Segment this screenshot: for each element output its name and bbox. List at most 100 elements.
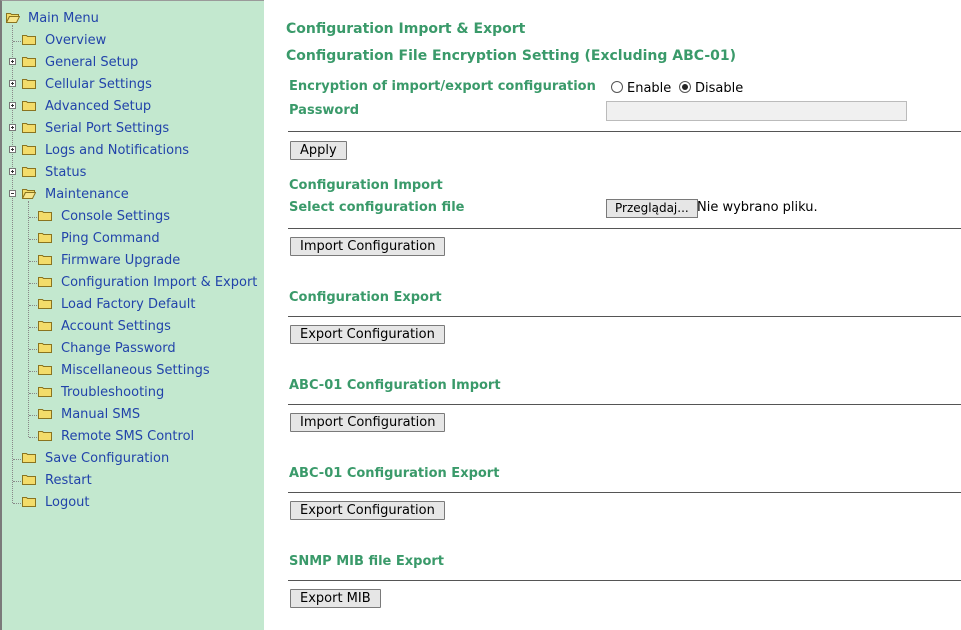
sidebar-item-ping-command[interactable]: Ping Command (2, 229, 266, 249)
folder-icon (38, 298, 52, 309)
tree-connector (13, 41, 21, 42)
disable-radio-label: Disable (695, 81, 744, 96)
abc-export-section-title: ABC-01 Configuration Export (289, 466, 500, 481)
sidebar-item-label: Cellular Settings (45, 77, 152, 92)
password-input[interactable] (606, 101, 907, 121)
abc-export-configuration-button[interactable]: Export Configuration (290, 501, 445, 520)
collapse-minus-icon[interactable] (9, 190, 16, 197)
sidebar-item-advanced-setup[interactable]: Advanced Setup (2, 97, 266, 117)
tree-connector (13, 503, 21, 504)
export-section-title: Configuration Export (289, 290, 442, 305)
tree-connector (13, 481, 21, 482)
tree-connector (29, 305, 37, 306)
sidebar-item-label: Advanced Setup (45, 99, 152, 114)
export-configuration-button[interactable]: Export Configuration (290, 325, 445, 344)
abc-import-section-title: ABC-01 Configuration Import (289, 378, 501, 393)
sidebar-item-maintenance[interactable]: Maintenance (2, 185, 266, 205)
sidebar-item-change-password[interactable]: Change Password (2, 339, 266, 359)
abc-import-configuration-button[interactable]: Import Configuration (290, 413, 446, 432)
tree-connector (29, 283, 37, 284)
tree-connector (29, 349, 37, 350)
folder-icon (22, 122, 36, 133)
sidebar-tree: Main Menu Overview General Setup Cellula… (0, 0, 264, 630)
folder-icon (38, 386, 52, 397)
sidebar-item-label: Manual SMS (61, 407, 141, 422)
encryption-label: Encryption of import/export configuratio… (289, 79, 596, 94)
tree-connector (29, 437, 37, 438)
sidebar-item-label: Troubleshooting (61, 385, 165, 400)
tree-connector (29, 217, 37, 218)
sidebar-item-configuration-import-export[interactable]: Configuration Import & Export (2, 273, 266, 293)
sidebar-item-account-settings[interactable]: Account Settings (2, 317, 266, 337)
tree-connector (29, 371, 37, 372)
folder-icon (38, 254, 52, 265)
main-content: Configuration Import & Export Configurat… (264, 0, 961, 630)
sidebar-item-label: Remote SMS Control (61, 429, 195, 444)
sidebar-item-label: Serial Port Settings (45, 121, 170, 136)
expand-plus-icon[interactable] (9, 102, 16, 109)
enable-radio-label: Enable (627, 81, 672, 96)
folder-open-icon (6, 12, 20, 23)
sidebar-item-label: Restart (45, 473, 92, 488)
sidebar-item-label: Logs and Notifications (45, 143, 190, 158)
disable-radio[interactable] (679, 81, 691, 93)
folder-icon (38, 276, 52, 287)
sidebar-item-label: Status (45, 165, 87, 180)
section-divider (288, 492, 961, 493)
folder-icon (38, 232, 52, 243)
tree-connector (29, 415, 37, 416)
sidebar-item-cellular-settings[interactable]: Cellular Settings (2, 75, 266, 95)
expand-plus-icon[interactable] (9, 80, 16, 87)
tree-connector (29, 261, 37, 262)
section-divider (288, 228, 961, 229)
import-section-title: Configuration Import (289, 178, 443, 193)
sidebar-item-general-setup[interactable]: General Setup (2, 53, 266, 73)
sidebar-item-restart[interactable]: Restart (2, 471, 266, 491)
sidebar-item-overview[interactable]: Overview (2, 31, 266, 51)
sidebar-item-logs-and-notifications[interactable]: Logs and Notifications (2, 141, 266, 161)
folder-icon (38, 320, 52, 331)
folder-icon (38, 364, 52, 375)
sidebar-item-label: Change Password (61, 341, 176, 356)
sidebar-item-label: Ping Command (61, 231, 160, 246)
sidebar-item-remote-sms-control[interactable]: Remote SMS Control (2, 427, 266, 447)
export-mib-button[interactable]: Export MIB (290, 589, 381, 608)
sidebar-item-label: Configuration Import & Export (61, 275, 258, 290)
enable-radio[interactable] (611, 81, 623, 93)
expand-plus-icon[interactable] (9, 168, 16, 175)
sidebar-item-label: Maintenance (45, 187, 129, 202)
import-configuration-button[interactable]: Import Configuration (290, 237, 446, 256)
tree-connector (29, 239, 37, 240)
expand-plus-icon[interactable] (9, 124, 16, 131)
section-divider (288, 404, 961, 405)
folder-icon (38, 430, 52, 441)
folder-icon (38, 342, 52, 353)
browse-file-button[interactable]: Przeglądaj... (606, 199, 698, 218)
sidebar-item-miscellaneous-settings[interactable]: Miscellaneous Settings (2, 361, 266, 381)
page-title: Configuration Import & Export (286, 21, 526, 37)
no-file-selected-text: Nie wybrano pliku. (697, 200, 818, 215)
folder-icon (22, 34, 36, 45)
sidebar-item-logout[interactable]: Logout (2, 493, 266, 513)
sidebar-item-label: Account Settings (61, 319, 171, 334)
section-divider (288, 131, 961, 132)
sidebar-item-label: Miscellaneous Settings (61, 363, 210, 378)
tree-root-label: Main Menu (28, 11, 99, 26)
sidebar-item-serial-port-settings[interactable]: Serial Port Settings (2, 119, 266, 139)
expand-plus-icon[interactable] (9, 58, 16, 65)
sidebar-item-firmware-upgrade[interactable]: Firmware Upgrade (2, 251, 266, 271)
password-label: Password (289, 103, 360, 118)
sidebar-item-status[interactable]: Status (2, 163, 266, 183)
expand-plus-icon[interactable] (9, 146, 16, 153)
sidebar-item-manual-sms[interactable]: Manual SMS (2, 405, 266, 425)
folder-icon (22, 144, 36, 155)
sidebar-item-console-settings[interactable]: Console Settings (2, 207, 266, 227)
sidebar-item-load-factory-default[interactable]: Load Factory Default (2, 295, 266, 315)
snmp-section-title: SNMP MIB file Export (289, 554, 445, 569)
folder-icon (22, 496, 36, 507)
sidebar-item-troubleshooting[interactable]: Troubleshooting (2, 383, 266, 403)
sidebar-item-save-configuration[interactable]: Save Configuration (2, 449, 266, 469)
folder-icon (38, 408, 52, 419)
folder-open-icon (22, 188, 36, 199)
apply-button[interactable]: Apply (290, 141, 347, 160)
